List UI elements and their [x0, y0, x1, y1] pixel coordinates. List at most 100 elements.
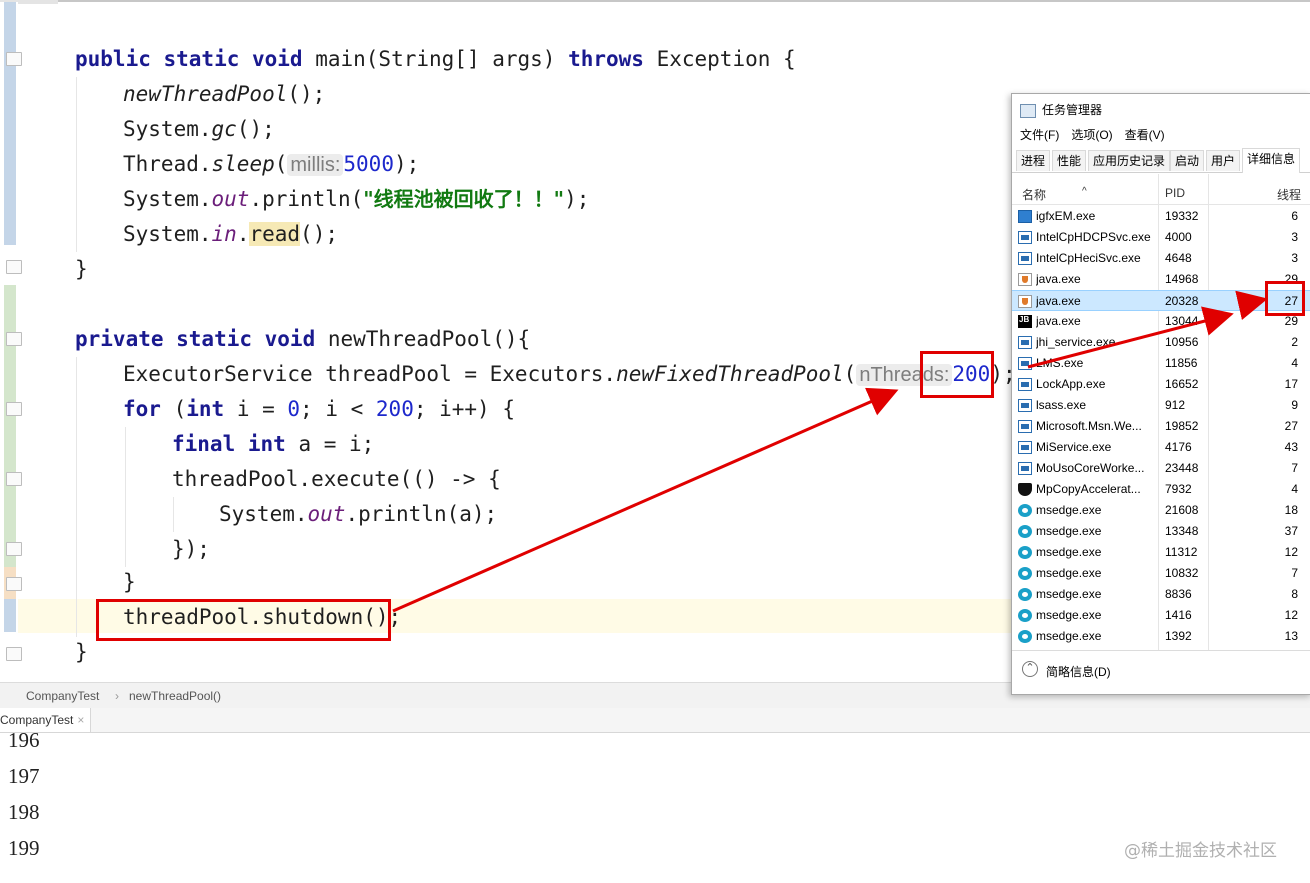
code-line[interactable]: final int a = i;	[172, 427, 374, 462]
code-text: System.	[219, 502, 308, 526]
column-header-name[interactable]: 名称	[1022, 186, 1046, 203]
collapse-chevron-icon[interactable]: ⌃	[1022, 661, 1038, 677]
process-threads: 7	[1291, 566, 1298, 580]
igfx-icon	[1018, 210, 1032, 223]
java-icon	[1018, 273, 1032, 286]
service-icon	[1018, 378, 1032, 391]
menu-options[interactable]: 选项(O)	[1071, 128, 1112, 142]
menu-file[interactable]: 文件(F)	[1020, 128, 1059, 142]
process-row[interactable]: lsass.exe 912 9	[1012, 395, 1310, 416]
process-pid: 16652	[1165, 377, 1199, 391]
process-threads: 4	[1291, 356, 1298, 370]
breadcrumb-method[interactable]: newThreadPool()	[129, 689, 221, 703]
process-row[interactable]: MpCopyAccelerat... 7932 4	[1012, 479, 1310, 500]
code-line[interactable]: Thread.sleep(millis: 5000);	[123, 147, 419, 182]
process-threads: 9	[1291, 398, 1298, 412]
service-icon	[1018, 420, 1032, 433]
close-icon[interactable]: ×	[77, 713, 84, 727]
column-header-pid[interactable]: PID	[1165, 186, 1185, 200]
code-line[interactable]: System.in.read();	[123, 217, 338, 252]
code-text: Exception {	[643, 47, 796, 71]
process-row[interactable]: IntelCpHeciSvc.exe 4648 3	[1012, 248, 1310, 269]
code-line[interactable]: }	[75, 252, 88, 287]
process-row[interactable]: msedge.exe 21608 18	[1012, 500, 1310, 521]
code-line-method-signature[interactable]: private static void newThreadPool(){	[75, 322, 530, 357]
code-line[interactable]: threadPool.execute(() -> {	[172, 462, 501, 497]
fewer-details-button[interactable]: 简略信息(D)	[1046, 663, 1111, 680]
code-line[interactable]: });	[172, 532, 210, 567]
code-text: i =	[224, 397, 288, 421]
process-row[interactable]: msedge.exe 13348 37	[1012, 521, 1310, 542]
method-call: sleep	[211, 152, 275, 176]
code-line-executor[interactable]: ExecutorService threadPool = Executors.n…	[123, 357, 1016, 392]
code-text: Thread.	[123, 152, 212, 176]
process-threads: 6	[1291, 209, 1298, 223]
keyword: private static void	[75, 327, 316, 351]
code-line[interactable]: }	[75, 635, 88, 670]
breadcrumb-file[interactable]: CompanyTest	[26, 689, 99, 703]
process-threads: 37	[1284, 524, 1298, 538]
keyword: int	[186, 397, 225, 421]
menu-view[interactable]: 查看(V)	[1125, 128, 1165, 142]
code-text: System.	[123, 117, 212, 141]
run-tab-bar: CompanyTest ×	[0, 708, 1310, 733]
process-row[interactable]: msedge.exe 8836 8	[1012, 584, 1310, 605]
process-row[interactable]: IntelCpHDCPSvc.exe 4000 3	[1012, 227, 1310, 248]
code-text: .println(a);	[345, 502, 498, 526]
string-literal: "线程池被回收了！！"	[363, 187, 565, 211]
column-header-threads[interactable]: 线程	[1277, 186, 1301, 203]
process-row[interactable]: Microsoft.Msn.We... 19852 27	[1012, 416, 1310, 437]
code-line[interactable]: newThreadPool();	[123, 77, 325, 112]
code-line[interactable]: System.gc();	[123, 112, 275, 147]
process-name: Microsoft.Msn.We...	[1036, 419, 1142, 433]
number-literal: 200	[375, 397, 414, 421]
process-row[interactable]: igfxEM.exe 19332 6	[1012, 206, 1310, 227]
process-name: msedge.exe	[1036, 566, 1102, 580]
code-line[interactable]: System.out.println(a);	[219, 497, 497, 532]
process-pid: 11312	[1165, 545, 1198, 559]
process-row[interactable]: msedge.exe 1392 13	[1012, 626, 1310, 647]
tab-performance[interactable]: 性能	[1052, 150, 1087, 171]
service-icon	[1018, 441, 1032, 454]
edge-icon	[1018, 525, 1032, 538]
task-manager-window[interactable]: 任务管理器 文件(F) 选项(O) 查看(V) 进程 性能 应用历史记录 启动 用户…	[1011, 93, 1310, 695]
process-row[interactable]: msedge.exe 10832 7	[1012, 563, 1310, 584]
process-pid: 4000	[1165, 230, 1192, 244]
service-icon	[1018, 252, 1032, 265]
process-name: MpCopyAccelerat...	[1036, 482, 1141, 496]
service-icon	[1018, 462, 1032, 475]
code-text: System.	[123, 187, 212, 211]
tab-details[interactable]: 详细信息	[1242, 148, 1301, 173]
code-line[interactable]: }	[123, 565, 136, 600]
process-row[interactable]: msedge.exe 1416 12	[1012, 605, 1310, 626]
edge-icon	[1018, 588, 1032, 601]
code-text: ();	[287, 82, 326, 106]
keyword: public static void	[75, 47, 303, 71]
process-pid: 19332	[1165, 209, 1199, 223]
code-line[interactable]: System.out.println("线程池被回收了！！");	[123, 182, 589, 217]
task-manager-title-bar[interactable]: 任务管理器	[1020, 101, 1102, 119]
code-text: System.	[123, 222, 212, 246]
process-name: msedge.exe	[1036, 545, 1102, 559]
indent-guide	[76, 357, 77, 637]
process-pid: 8836	[1165, 587, 1192, 601]
code-text: );	[393, 152, 420, 176]
code-line-main-signature[interactable]: public static void main(String[] args) t…	[75, 42, 796, 77]
highlighted-method: read	[249, 222, 301, 246]
process-row[interactable]: LMS.exe 11856 4	[1012, 353, 1310, 374]
process-row[interactable]: jhi_service.exe 10956 2	[1012, 332, 1310, 353]
code-text: ExecutorService threadPool = Executors.	[123, 362, 617, 386]
tab-processes[interactable]: 进程	[1016, 150, 1051, 171]
process-row[interactable]: LockApp.exe 16652 17	[1012, 374, 1310, 395]
column-header-row: ^ 名称 PID 线程	[1012, 174, 1310, 205]
task-manager-footer: ⌃ 简略信息(D)	[1012, 650, 1310, 694]
process-row[interactable]: MoUsoCoreWorke... 23448 7	[1012, 458, 1310, 479]
process-row[interactable]: msedge.exe 11312 12	[1012, 542, 1310, 563]
edge-icon	[1018, 504, 1032, 517]
tab-startup[interactable]: 启动	[1170, 150, 1205, 171]
code-line-for-loop[interactable]: for (int i = 0; i < 200; i++) {	[123, 392, 515, 427]
tab-users[interactable]: 用户	[1206, 150, 1241, 171]
tab-app-history[interactable]: 应用历史记录	[1088, 150, 1171, 171]
jetbrains-icon	[1018, 315, 1032, 328]
process-row[interactable]: MiService.exe 4176 43	[1012, 437, 1310, 458]
